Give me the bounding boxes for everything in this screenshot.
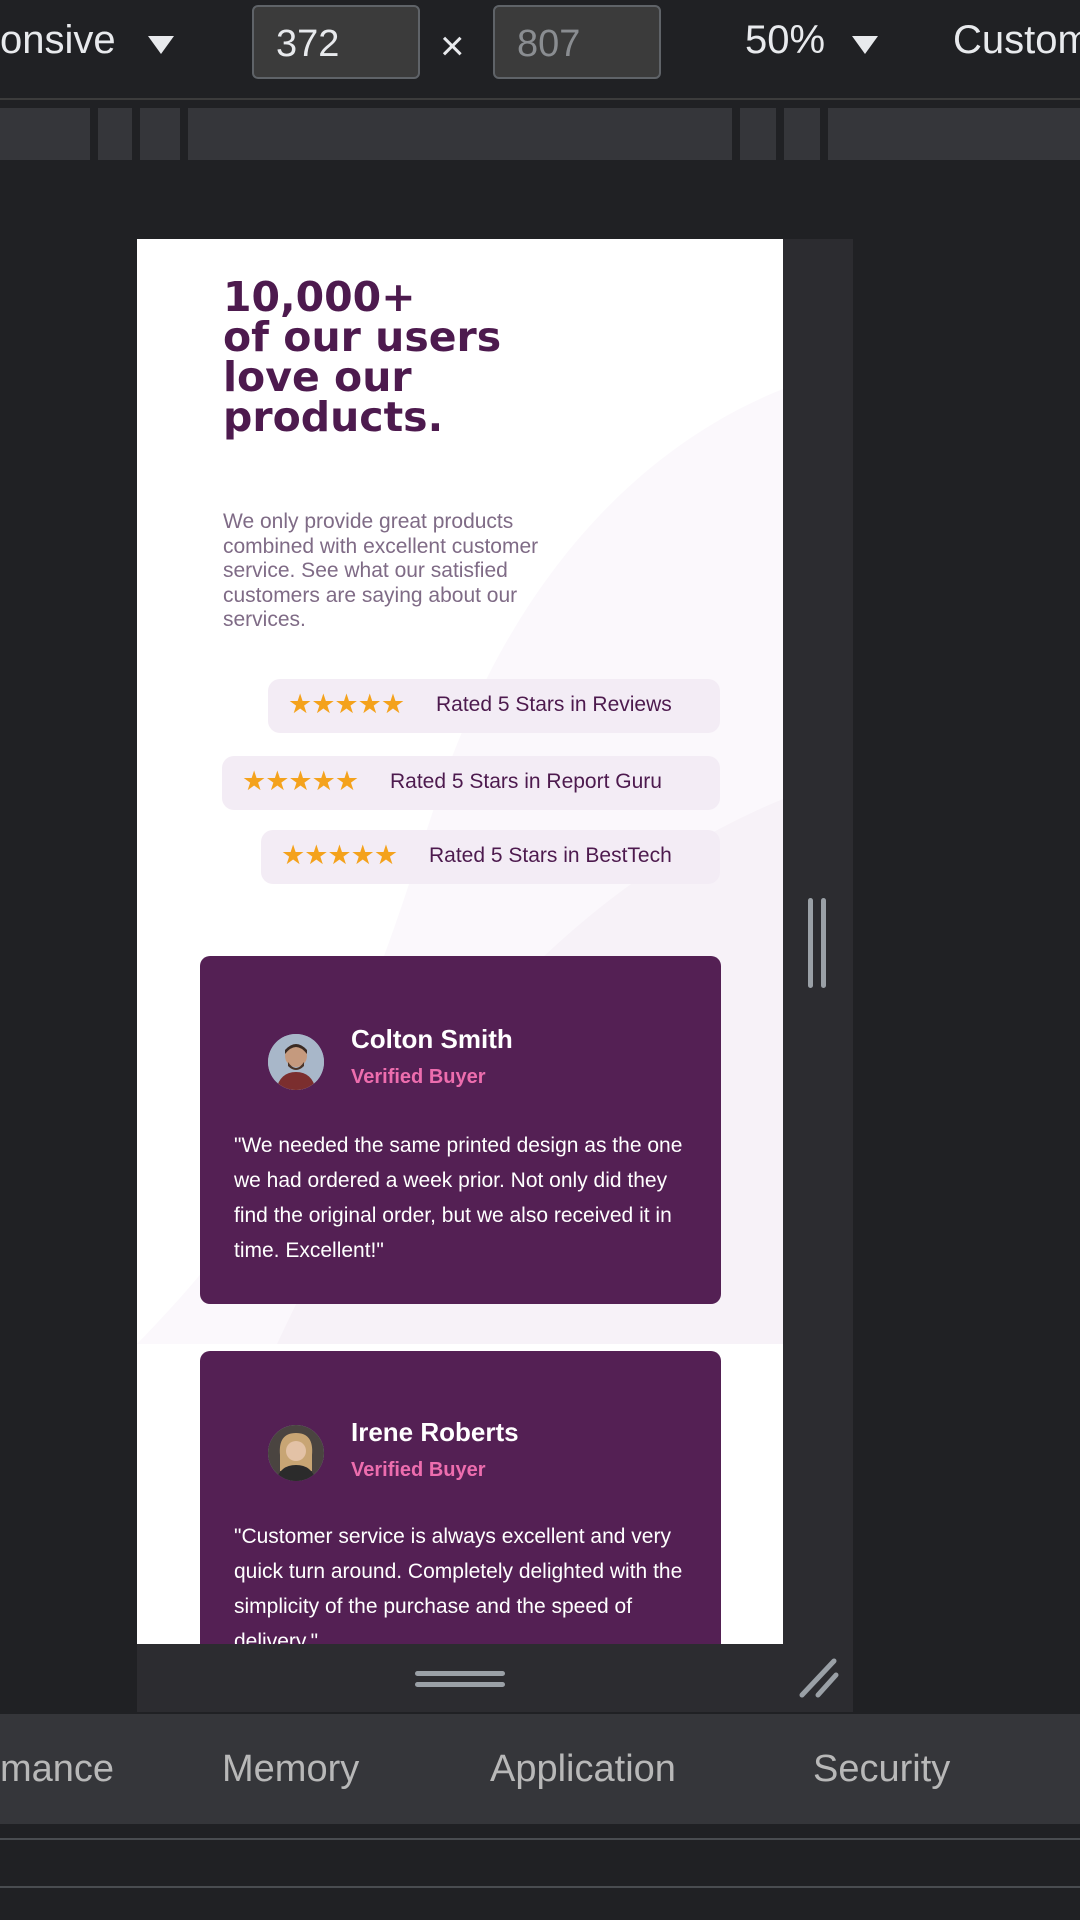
heading-count: 10,000+ — [223, 273, 416, 321]
height-input[interactable]: 807 — [493, 5, 661, 79]
testimonial-card: Colton Smith Verified Buyer "We needed t… — [200, 956, 721, 1304]
media-query-segment[interactable] — [188, 108, 732, 160]
device-toolbar: onsive 372 × 807 50% Custom — [0, 0, 1080, 100]
five-stars-icon: ★★★★★ — [288, 689, 405, 719]
device-mode-select[interactable]: onsive — [0, 18, 116, 63]
width-input[interactable]: 372 — [252, 5, 420, 79]
media-query-segment[interactable] — [140, 108, 180, 160]
heading-text: of our users love our products. — [223, 313, 502, 441]
verified-buyer-badge: Verified Buyer — [351, 1459, 486, 1481]
bottom-resize-handle[interactable] — [137, 1644, 853, 1712]
reviewer-name: Irene Roberts — [351, 1417, 519, 1447]
zoom-dropdown-icon[interactable] — [852, 36, 878, 54]
rating-badge: ★★★★★ Rated 5 Stars in Reviews — [268, 679, 720, 733]
media-query-segment[interactable] — [98, 108, 132, 160]
dimension-separator: × — [440, 22, 465, 69]
tab-application[interactable]: Application — [490, 1748, 676, 1791]
divider — [0, 1838, 1080, 1840]
device-viewport: 10,000+ of our users love our products. … — [137, 239, 783, 1644]
tab-performance[interactable]: mance — [0, 1748, 114, 1791]
rating-badge: ★★★★★ Rated 5 Stars in Report Guru — [222, 756, 720, 810]
reviewer-name: Colton Smith — [351, 1024, 513, 1054]
verified-buyer-badge: Verified Buyer — [351, 1066, 486, 1088]
rating-badge: ★★★★★ Rated 5 Stars in BestTech — [261, 830, 720, 884]
avatar — [268, 1425, 324, 1481]
testimonial-quote: "We needed the same printed design as th… — [234, 1134, 683, 1262]
zoom-select[interactable]: 50% — [745, 18, 825, 63]
avatar — [268, 1034, 324, 1090]
tab-security[interactable]: Security — [813, 1748, 950, 1791]
resize-grip-icon[interactable] — [415, 1671, 505, 1676]
media-query-segment[interactable] — [828, 108, 1080, 160]
five-stars-icon: ★★★★★ — [281, 840, 398, 870]
five-stars-icon: ★★★★★ — [242, 766, 359, 796]
rating-label: Rated 5 Stars in Reviews — [436, 693, 672, 716]
media-query-bar[interactable] — [0, 100, 1080, 162]
testimonial-quote: "Customer service is always excellent an… — [234, 1525, 683, 1644]
device-mode-dropdown-icon[interactable] — [148, 36, 174, 54]
resize-grip-icon[interactable] — [808, 898, 813, 988]
right-resize-handle[interactable] — [783, 239, 853, 1644]
throttle-select[interactable]: Custom — [953, 18, 1080, 63]
media-query-segment[interactable] — [0, 108, 90, 160]
tab-memory[interactable]: Memory — [222, 1748, 359, 1791]
rating-label: Rated 5 Stars in Report Guru — [390, 770, 662, 793]
rating-label: Rated 5 Stars in BestTech — [429, 844, 672, 867]
resize-grip-icon[interactable] — [821, 898, 826, 988]
divider — [0, 1886, 1080, 1888]
page-heading: 10,000+ of our users love our products. — [223, 273, 523, 441]
corner-resize-icon[interactable] — [798, 1657, 840, 1699]
lead-paragraph: We only provide great products combined … — [223, 510, 539, 631]
media-query-segment[interactable] — [740, 108, 776, 160]
testimonial-card: Irene Roberts Verified Buyer "Customer s… — [200, 1351, 721, 1644]
devtools-tab-bar: mance Memory Application Security — [0, 1714, 1080, 1824]
resize-grip-icon[interactable] — [415, 1682, 505, 1687]
media-query-segment[interactable] — [784, 108, 820, 160]
